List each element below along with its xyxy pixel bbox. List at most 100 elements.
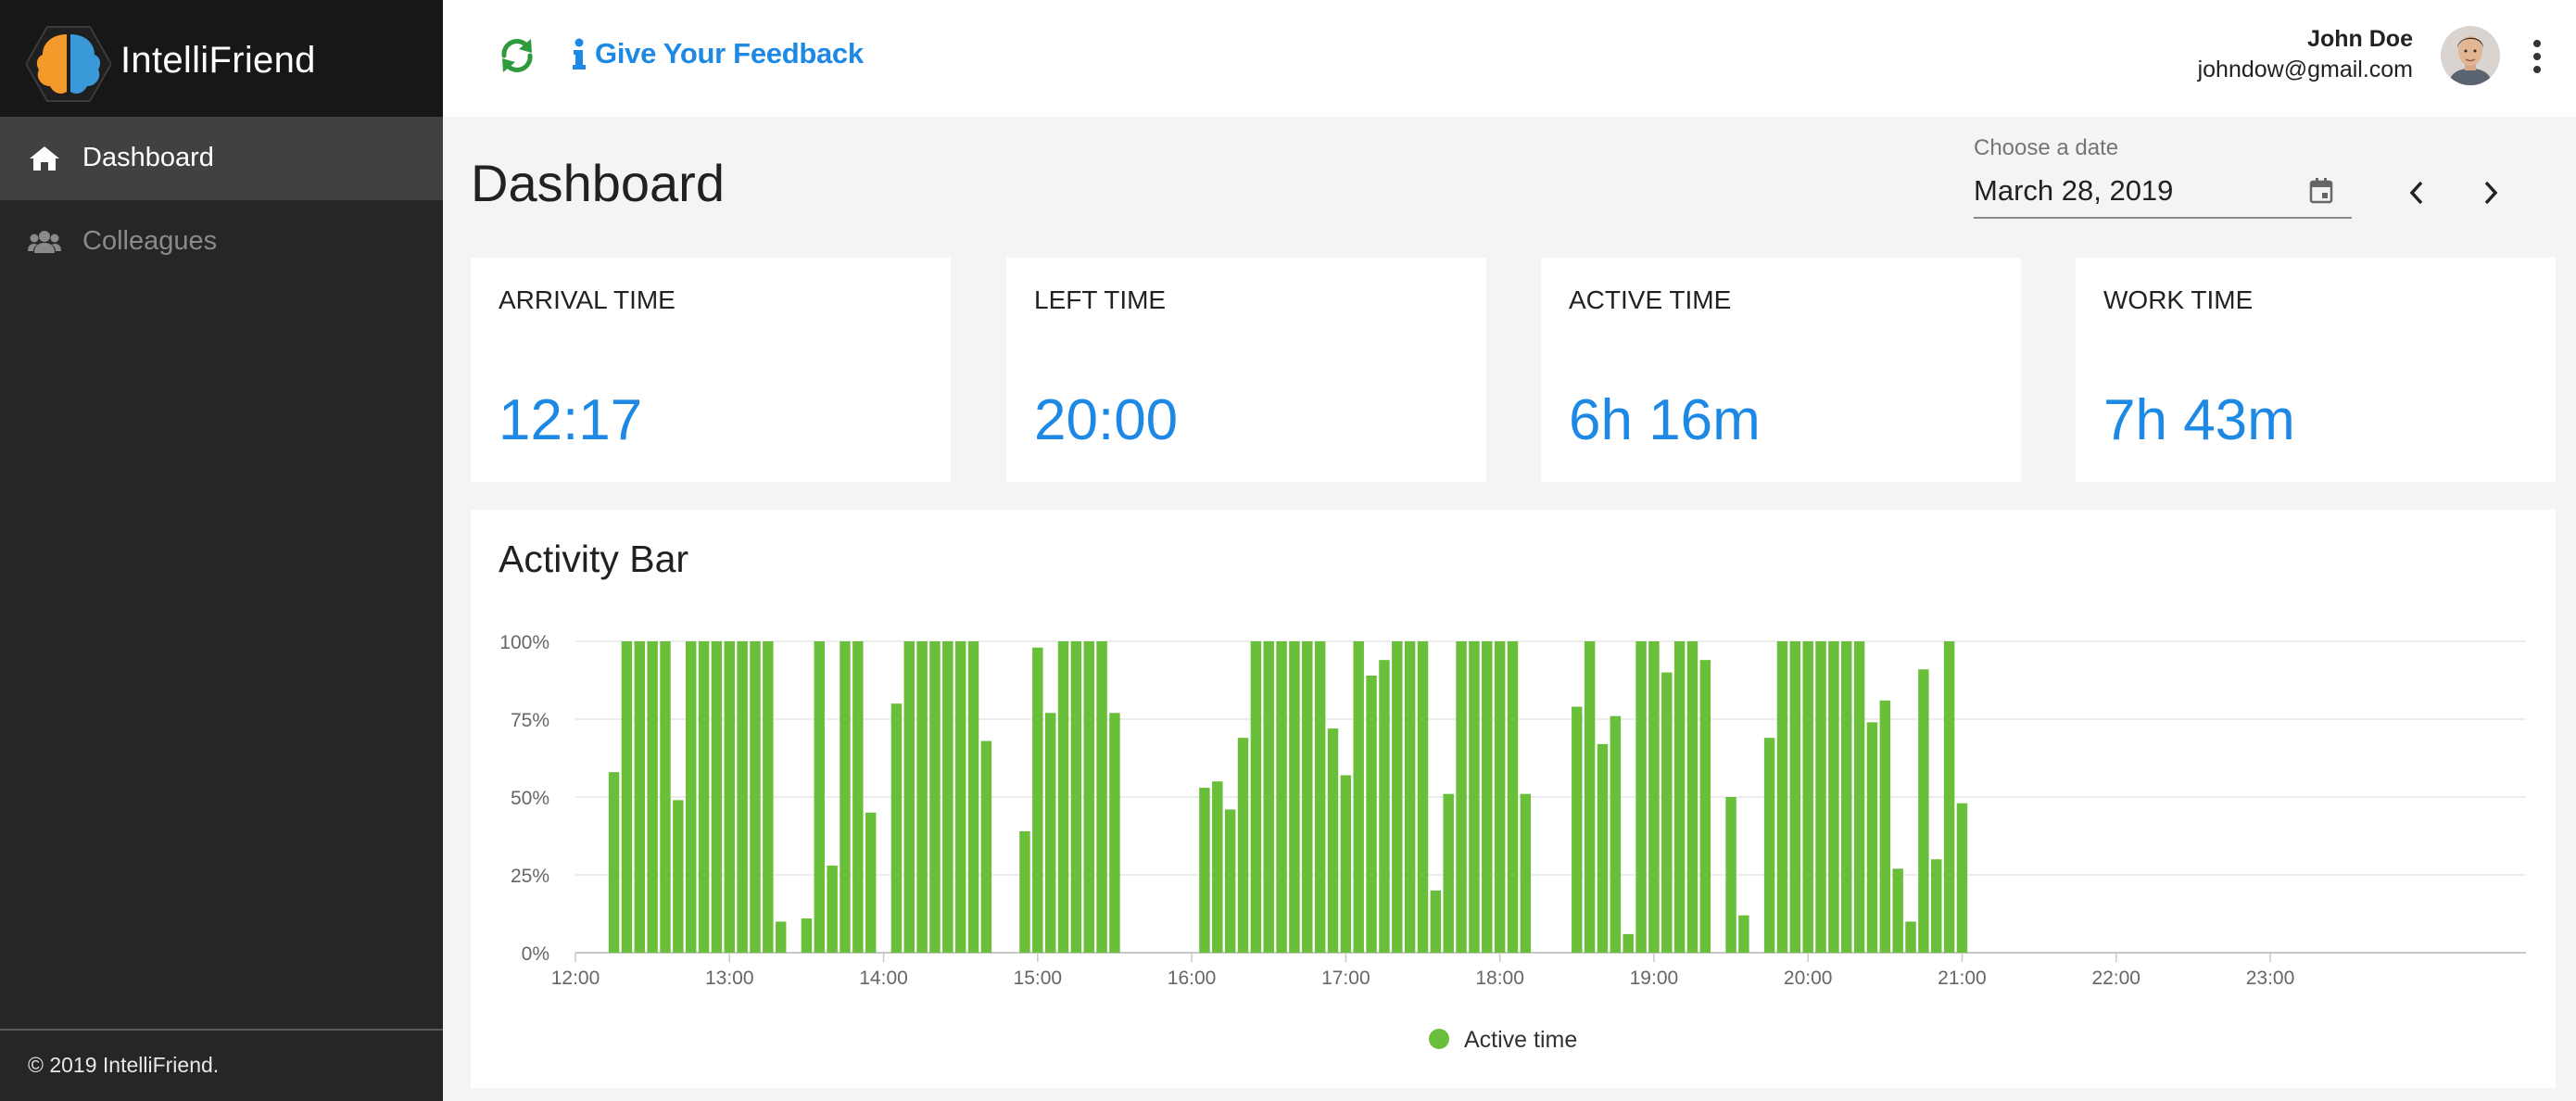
activity-bar [1661,672,1673,953]
legend-marker [1429,1029,1449,1049]
activity-bar [1623,933,1634,953]
y-tick-label: 50% [511,788,549,809]
calendar-icon[interactable] [2309,176,2333,204]
x-tick-label: 19:00 [1630,968,1679,989]
activity-bar [942,641,953,953]
activity-bar [1866,722,1878,953]
activity-bar [634,641,646,953]
feedback-link[interactable]: Give Your Feedback [571,37,864,70]
activity-bar [1224,809,1236,953]
activity-bar [775,921,787,953]
activity-bar [1314,641,1326,953]
activity-bar [660,641,671,953]
activity-bar [890,703,903,953]
x-tick-label: 14:00 [859,968,908,989]
activity-bar [1109,713,1120,953]
y-tick-label: 75% [511,710,549,731]
activity-bar [1070,641,1082,953]
activity-bar [1494,641,1506,953]
y-tick-label: 0% [522,943,549,965]
activity-bar [1699,660,1711,953]
activity-bar [929,641,941,953]
stat-card-value: 12:17 [499,388,643,452]
activity-chart-card: Activity Bar 0% 25% 50% 75% 100% 12:00 13:00 14… [471,510,2556,1088]
x-tick-label: 21:00 [1938,968,1987,989]
activity-bar [827,865,838,953]
activity-bar [685,641,697,953]
activity-bar [1597,743,1609,953]
activity-bar [1044,713,1056,953]
activity-bar [1469,641,1480,953]
activity-bar [1327,728,1339,953]
activity-bar [1673,641,1686,953]
activity-bar [1430,890,1442,953]
activity-bar [954,641,966,953]
activity-bar [1417,641,1429,953]
activity-bar [980,740,992,953]
users-icon [28,231,61,253]
activity-bar [1789,641,1801,953]
activity-bar [763,641,774,953]
activity-bar [801,918,813,953]
activity-bar [865,812,877,953]
activity-bar [814,641,825,953]
activity-bar [737,641,748,953]
activity-bar [1892,868,1903,953]
stat-card-active-time: ACTIVE TIME 6h 16m [1541,258,2021,482]
y-tick-label: 100% [499,632,549,653]
activity-bar [1776,641,1788,953]
stat-card-title: WORK TIME [2103,285,2254,314]
date-picker-input[interactable]: March 28, 2019 [1974,167,2352,219]
activity-bar [1443,793,1454,953]
activity-bar [711,641,723,953]
activity-bar [1302,641,1313,953]
activity-bar [1918,669,1929,953]
next-date-button[interactable] [2472,174,2509,211]
activity-bar [621,641,633,953]
activity-bar [673,800,684,953]
stat-card-left-time: LEFT TIME 20:00 [1006,258,1486,482]
activity-bar [1763,738,1775,953]
activity-bar [1815,641,1826,953]
stat-card-title: ARRIVAL TIME [499,285,676,314]
sidebar-item-label: Colleagues [82,226,218,256]
stat-card-arrival-time: ARRIVAL TIME 12:17 [471,258,951,482]
activity-bar [852,641,864,953]
activity-bar [1212,781,1223,953]
x-tick-label: 16:00 [1168,968,1217,989]
sidebar-item-colleagues[interactable]: Colleagues [0,200,443,284]
stat-card-value: 6h 16m [1569,388,1761,452]
more-vert-icon[interactable] [2528,33,2546,80]
previous-date-button[interactable] [2398,174,2435,211]
activity-bar [1931,859,1942,953]
activity-bar [1725,797,1736,953]
avatar[interactable] [2441,26,2500,85]
activity-bar [608,772,620,953]
info-icon [573,38,586,70]
activity-bar [1635,641,1647,953]
activity-bar [903,641,915,953]
activity-bar [1956,803,1968,953]
activity-bar [1686,641,1698,953]
activity-bar [1853,641,1865,953]
app-name: IntelliFriend [120,40,316,81]
activity-bar [1520,793,1532,953]
sidebar-footer: © 2019 IntelliFriend. [0,1029,443,1101]
activity-bar [1507,641,1519,953]
activity-bar [840,641,851,953]
stat-card-title: LEFT TIME [1034,285,1167,314]
activity-bar [1019,830,1030,953]
activity-bar [1404,641,1416,953]
sidebar-item-dashboard[interactable]: Dashboard [0,117,443,200]
stat-card-work-time: WORK TIME 7h 43m [2076,258,2556,482]
feedback-label: Give Your Feedback [595,37,864,70]
activity-bar [1841,641,1852,953]
user-email: johndow@gmail.com [2197,57,2413,82]
x-tick-label: 22:00 [2091,968,2140,989]
date-value: March 28, 2019 [1974,174,2174,207]
refresh-icon[interactable] [499,35,536,76]
x-tick-label: 23:00 [2246,968,2295,989]
sidebar: IntelliFriend Dashboard Colleagues © 201… [0,0,443,1101]
activity-bar [1379,660,1390,953]
activity-bar [1802,641,1813,953]
